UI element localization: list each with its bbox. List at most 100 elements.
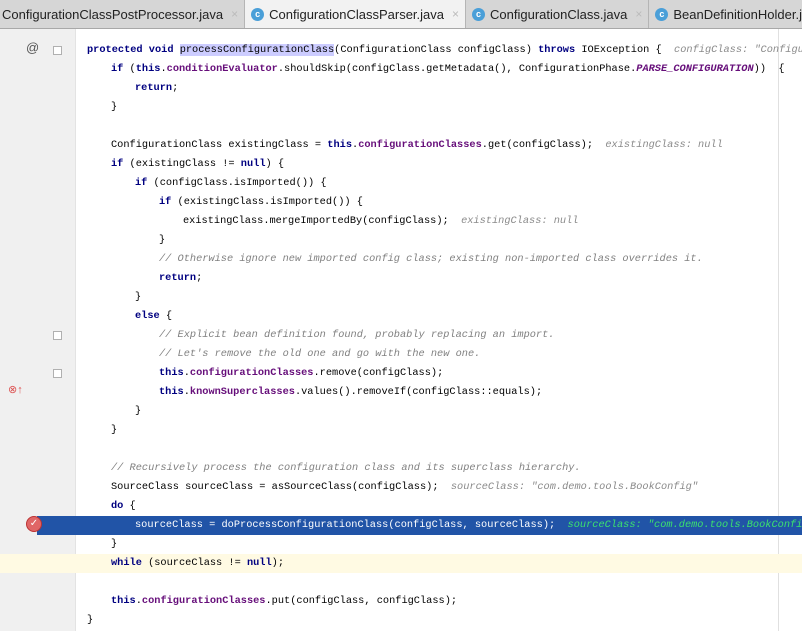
code-token: .remove(configClass); (313, 367, 444, 379)
close-tab-icon[interactable]: × (452, 7, 459, 21)
code-line[interactable]: else { (0, 307, 802, 326)
code-token: sourceClass = doProcessConfigurationClas… (135, 519, 568, 531)
debug-inline-value: sourceClass: "com.demo.tools.BookConfig" (450, 481, 699, 493)
code-token: } (87, 614, 94, 626)
line-text: ConfigurationClass existingClass = this.… (111, 136, 723, 155)
code-line[interactable]: } (0, 288, 802, 307)
code-line[interactable]: if (existingClass.isImported()) { (0, 193, 802, 212)
code-line[interactable] (0, 440, 802, 459)
fold-marker-icon[interactable] (53, 369, 62, 378)
line-text: if (this.conditionEvaluator.shouldSkip(c… (111, 60, 785, 79)
line-text: else { (135, 307, 172, 326)
code-token: (ConfigurationClass configClass) (334, 44, 539, 56)
tab-1[interactable]: c ConfigurationClassParser.java × (245, 0, 467, 28)
comment: // Explicit bean definition found, proba… (159, 329, 555, 341)
keyword: this (327, 139, 352, 151)
field: configurationClasses (189, 367, 314, 379)
keyword: while (111, 557, 149, 569)
code-line[interactable]: do { (0, 497, 802, 516)
code-line[interactable]: // Recursively process the configuration… (0, 459, 802, 478)
keyword: if (135, 177, 154, 189)
keyword: protected void (87, 44, 180, 56)
debug-inline-value: existingClass: null (461, 215, 579, 227)
code-token: ; (172, 82, 179, 94)
code-line[interactable]: existingClass.mergeImportedBy(configClas… (0, 212, 802, 231)
line-text: } (159, 231, 165, 250)
selected-identifier: processConfigurationClass (179, 44, 335, 56)
line-text: do { (111, 497, 136, 516)
code-token: (existingClass.isImported()) { (177, 196, 363, 208)
code-editor[interactable]: protected void processConfigurationClass… (0, 41, 802, 630)
tab-label: ConfigurationClass.java (490, 6, 628, 22)
line-text: } (111, 421, 117, 440)
class-icon: c (251, 7, 265, 21)
code-line[interactable]: return; (0, 79, 802, 98)
keyword: return (159, 272, 197, 284)
keyword: this (159, 386, 184, 398)
code-line[interactable]: } (0, 98, 802, 117)
code-line[interactable]: while (sourceClass != null); (0, 554, 802, 573)
line-text: // Otherwise ignore new imported config … (159, 250, 703, 269)
field: configurationClasses (141, 595, 266, 607)
breakpoint-check-icon[interactable]: ✓ (26, 516, 42, 532)
code-token: (configClass.isImported()) { (153, 177, 327, 189)
line-text: this.configurationClasses.remove(configC… (159, 364, 443, 383)
keyword: throws (538, 44, 582, 56)
line-text: while (sourceClass != null); (111, 554, 284, 573)
line-text: // Explicit bean definition found, proba… (159, 326, 554, 345)
code-line[interactable]: } (0, 535, 802, 554)
editor-tab-bar: ConfigurationClassPostProcessor.java × c Co… (0, 0, 802, 29)
close-tab-icon[interactable]: × (231, 7, 238, 21)
keyword: null (240, 158, 266, 170)
code-line[interactable]: // Otherwise ignore new imported config … (0, 250, 802, 269)
code-line[interactable]: if (this.conditionEvaluator.shouldSkip(c… (0, 60, 802, 79)
line-text: this.configurationClasses.put(configClas… (111, 592, 457, 611)
fold-marker-icon[interactable] (53, 331, 62, 340)
code-line[interactable]: if (configClass.isImported()) { (0, 174, 802, 193)
code-token: { (165, 310, 173, 322)
line-text: } (135, 402, 141, 421)
code-line[interactable]: return; (0, 269, 802, 288)
tab-label: BeanDefinitionHolder.j (673, 6, 802, 22)
code-line[interactable]: } (0, 421, 802, 440)
code-line[interactable]: } (0, 231, 802, 250)
line-text: SourceClass sourceClass = asSourceClass(… (111, 478, 698, 497)
code-token: IOException { (581, 44, 675, 56)
keyword: do (111, 500, 130, 512)
line-text: } (135, 288, 141, 307)
line-text: } (111, 98, 117, 117)
code-token: existingClass.mergeImportedBy(configClas… (183, 215, 462, 227)
code-token: )) { (753, 63, 785, 75)
close-tab-icon[interactable]: × (635, 7, 642, 21)
code-line[interactable]: if (existingClass != null) { (0, 155, 802, 174)
code-line[interactable]: ConfigurationClass existingClass = this.… (0, 136, 802, 155)
code-line[interactable]: this.configurationClasses.put(configClas… (0, 592, 802, 611)
line-text: if (existingClass != null) { (111, 155, 284, 174)
debug-inline-value: sourceClass: "com.demo.tools.BookConfig" (567, 519, 802, 531)
code-line[interactable]: SourceClass sourceClass = asSourceClass(… (0, 478, 802, 497)
keyword: if (159, 196, 178, 208)
tab-2[interactable]: c ConfigurationClass.java × (466, 0, 650, 28)
code-token: } (135, 405, 142, 417)
overridden-method-icon[interactable]: ⊗↑ (8, 383, 23, 396)
fold-marker-icon[interactable] (53, 46, 62, 55)
keyword: if (111, 158, 130, 170)
code-line[interactable] (0, 573, 802, 592)
tab-0[interactable]: ConfigurationClassPostProcessor.java × (0, 0, 246, 28)
keyword: this (135, 63, 161, 75)
code-line[interactable]: this.knownSuperclasses.values().removeIf… (0, 383, 802, 402)
execution-line[interactable]: sourceClass = doProcessConfigurationClas… (37, 516, 802, 535)
code-line[interactable]: this.configurationClasses.remove(configC… (0, 364, 802, 383)
override-marker-icon[interactable]: @ (26, 40, 39, 55)
code-line[interactable] (0, 117, 802, 136)
code-token: .shouldSkip(configClass.getMetadata(), C… (277, 63, 637, 75)
tab-3[interactable]: cBeanDefinitionHolder.j× (649, 0, 802, 28)
line-text: protected void processConfigurationClass… (87, 41, 802, 60)
code-line[interactable]: } (0, 402, 802, 421)
code-line[interactable]: } (0, 611, 802, 630)
code-line[interactable]: // Let's remove the old one and go with … (0, 345, 802, 364)
line-text: if (configClass.isImported()) { (135, 174, 327, 193)
keyword: if (111, 63, 130, 75)
code-line[interactable]: protected void processConfigurationClass… (0, 41, 802, 60)
code-line[interactable]: // Explicit bean definition found, proba… (0, 326, 802, 345)
